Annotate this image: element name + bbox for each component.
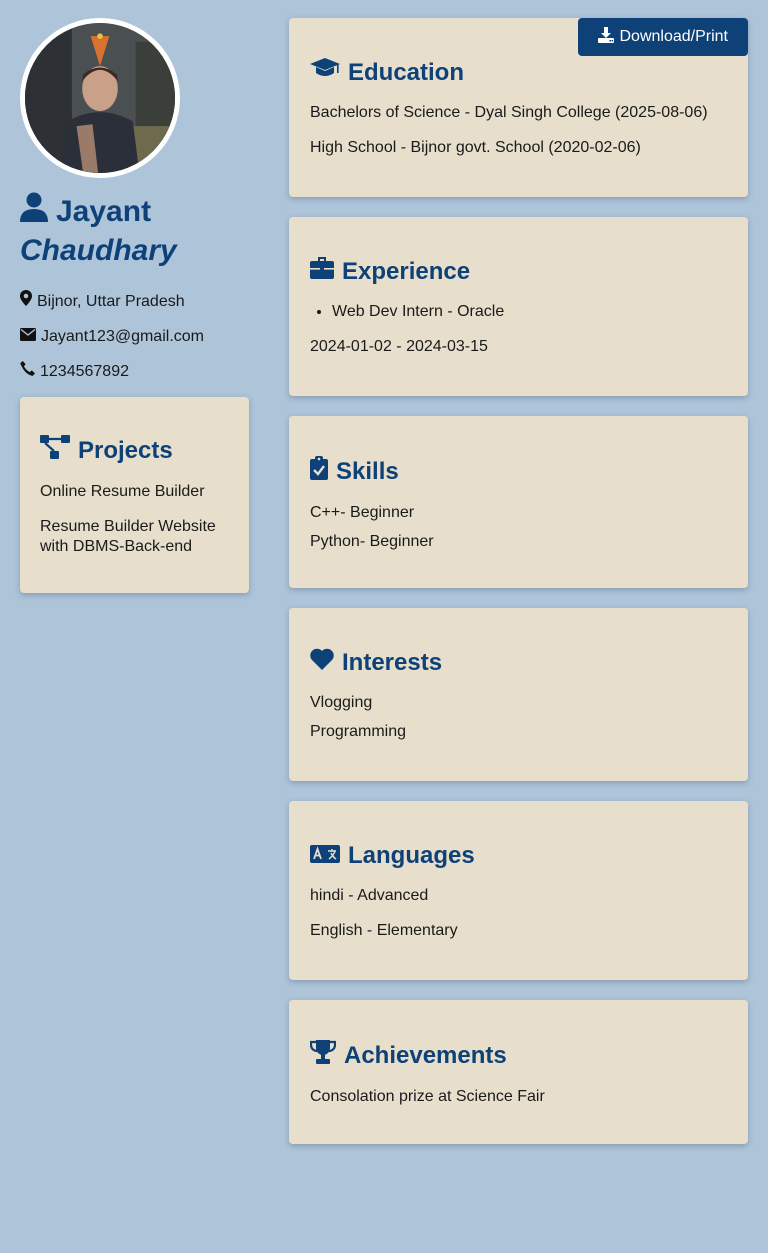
education-heading: Education	[348, 59, 465, 86]
projects-title: Projects	[40, 435, 229, 467]
experience-heading: Experience	[342, 258, 471, 285]
map-marker-icon	[20, 284, 32, 319]
projects-card: Projects Online Resume Builder Resume Bu…	[20, 397, 249, 593]
download-icon	[597, 26, 614, 48]
languages-card: Languages hindi - Advanced English - Ele…	[289, 801, 748, 980]
achievement-item: Consolation prize at Science Fair	[310, 1088, 545, 1105]
languages-title: Languages	[310, 841, 728, 871]
clipboard-check-icon	[310, 456, 328, 488]
first-name: Jayant	[56, 195, 152, 228]
education-title: Education	[310, 58, 728, 88]
language-item: hindi - Advanced	[310, 887, 429, 904]
project-item: Resume Builder Website with DBMS-Back-en…	[40, 518, 216, 555]
resume-page: Jayant Chaudhary Bijnor, Uttar Pradesh J…	[0, 0, 768, 1253]
languages-heading: Languages	[348, 842, 475, 869]
language-icon	[310, 841, 340, 871]
download-label: Download/Print	[619, 28, 729, 45]
skills-title: Skills	[310, 456, 728, 488]
interest-item: Vlogging	[310, 694, 373, 711]
achievements-card: Achievements Consolation prize at Scienc…	[289, 1000, 748, 1144]
interests-title: Interests	[310, 648, 728, 678]
email-text[interactable]: Jayant123@gmail.com	[41, 319, 204, 354]
last-name: Chaudhary	[20, 234, 177, 267]
contact-info: Bijnor, Uttar Pradesh Jayant123@gmail.co…	[20, 284, 250, 389]
full-name: Jayant Chaudhary	[20, 192, 250, 270]
avatar	[20, 18, 180, 178]
heart-icon	[310, 648, 334, 678]
project-item: Online Resume Builder	[40, 483, 205, 500]
projects-heading: Projects	[78, 437, 173, 464]
education-item: Bachelors of Science - Dyal Singh Colleg…	[310, 104, 708, 121]
language-item: English - Elementary	[310, 922, 458, 939]
education-card: Download/Print Education Bachelors of Sc…	[289, 18, 748, 197]
skill-item: C++- Beginner	[310, 504, 415, 521]
download-print-button[interactable]: Download/Print	[577, 18, 748, 56]
interests-card: Interests Vlogging Programming	[289, 608, 748, 781]
user-icon	[20, 192, 48, 232]
skill-item: Python- Beginner	[310, 533, 434, 550]
experience-list: Web Dev Intern - Oracle	[332, 302, 728, 322]
sections-column: Download/Print Education Bachelors of Sc…	[289, 18, 748, 1164]
first-name-row: Jayant	[20, 192, 250, 232]
achievements-title: Achievements	[309, 1040, 728, 1072]
location-row: Bijnor, Uttar Pradesh	[20, 284, 250, 319]
location-text: Bijnor, Uttar Pradesh	[37, 293, 185, 310]
graduation-cap-icon	[310, 58, 340, 88]
experience-dates: 2024-01-02 - 2024-03-15	[310, 338, 488, 355]
envelope-icon	[20, 319, 36, 354]
profile-photo	[25, 23, 175, 173]
profile-column: Jayant Chaudhary Bijnor, Uttar Pradesh J…	[20, 18, 250, 593]
experience-card: Experience Web Dev Intern - Oracle 2024-…	[289, 217, 748, 396]
briefcase-icon	[310, 257, 334, 287]
interests-heading: Interests	[342, 649, 443, 676]
interest-item: Programming	[310, 723, 407, 740]
skills-card: Skills C++- Beginner Python- Beginner	[289, 416, 748, 588]
experience-role: Web Dev Intern - Oracle	[332, 302, 728, 322]
education-item: High School - Bijnor govt. School (2020-…	[310, 139, 641, 156]
skills-heading: Skills	[336, 458, 399, 485]
trophy-icon	[309, 1040, 337, 1072]
diagram-project-icon	[40, 435, 70, 467]
achievements-heading: Achievements	[344, 1042, 507, 1069]
email-row: Jayant123@gmail.com	[20, 319, 250, 354]
phone-icon	[20, 354, 35, 389]
experience-title: Experience	[310, 257, 728, 287]
phone-row: 1234567892	[20, 354, 250, 389]
phone-text[interactable]: 1234567892	[40, 354, 129, 389]
